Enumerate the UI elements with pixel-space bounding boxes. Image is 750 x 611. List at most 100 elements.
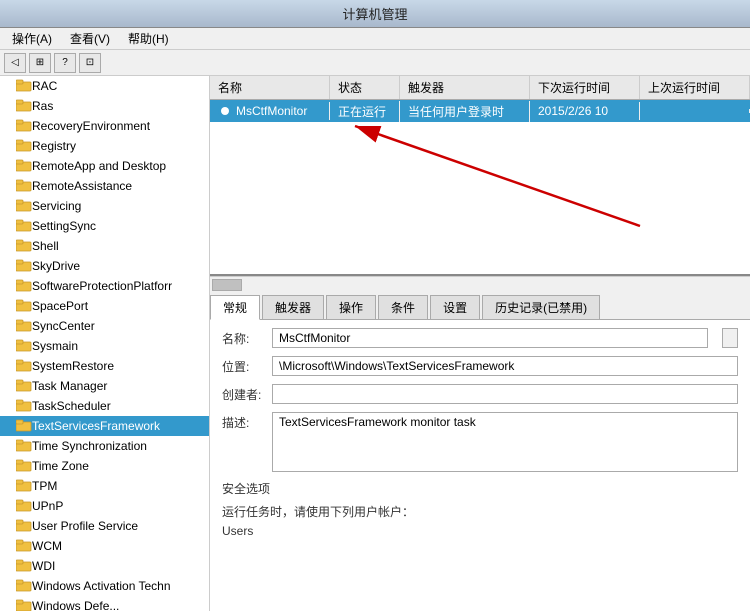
folder-icon [16,198,32,215]
location-row: 位置: \Microsoft\Windows\TextServicesFrame… [222,356,738,376]
folder-icon [16,598,32,611]
tab-action[interactable]: 操作 [326,295,376,319]
left-panel: RAC Ras RecoveryEnvironment Registry Rem… [0,76,210,611]
tab-settings[interactable]: 设置 [430,295,480,319]
folder-icon [16,358,32,375]
location-value[interactable]: \Microsoft\Windows\TextServicesFramework [272,356,738,376]
tree-item[interactable]: User Profile Service [0,516,209,536]
menu-view[interactable]: 查看(V) [62,28,118,49]
td-last [640,109,750,113]
tree-item-label: Time Synchronization [32,439,147,453]
tree-item-label: Task Manager [32,379,107,393]
grid-button[interactable]: ⊞ [29,53,51,73]
td-next: 2015/2/26 10 [530,102,640,120]
folder-icon [16,438,32,455]
security-label: 安全选项 [222,480,738,497]
creator-label: 创建者: [222,384,272,403]
run-as-label: 运行任务时，请使用下列用户帐户： [222,503,738,520]
tree-item-label: RemoteApp and Desktop [32,159,166,173]
users-label: Users [222,524,738,538]
tree-item[interactable]: Ras [0,96,209,116]
folder-icon [16,178,32,195]
tree-item[interactable]: WCM [0,536,209,556]
table-area: 名称 状态 触发器 下次运行时间 上次运行时间 MsCtfMonitor 正在运… [210,76,750,276]
tree-item[interactable]: SettingSync [0,216,209,236]
tree-item[interactable]: SystemRestore [0,356,209,376]
tree-item-label: WDI [32,559,55,573]
col-trigger[interactable]: 触发器 [400,76,530,99]
tabs: 常规 触发器 操作 条件 设置 历史记录(已禁用) [210,292,750,320]
folder-icon [16,98,32,115]
menu-help[interactable]: 帮助(H) [120,28,177,49]
tree-item-label: Servicing [32,199,81,213]
folder-icon [16,138,32,155]
tree-item[interactable]: RemoteApp and Desktop [0,156,209,176]
menu-action[interactable]: 操作(A) [4,28,60,49]
tree-item[interactable]: WDI [0,556,209,576]
tree-item[interactable]: TextServicesFramework [0,416,209,436]
tree-item[interactable]: Task Manager [0,376,209,396]
tree-item[interactable]: Registry [0,136,209,156]
detail-content: 名称: MsCtfMonitor 位置: \Microsoft\Windows\… [210,320,750,611]
tab-condition[interactable]: 条件 [378,295,428,319]
col-status[interactable]: 状态 [330,76,400,99]
tree-item-label: Time Zone [32,459,89,473]
tree-item-label: Windows Activation Techn [32,579,171,593]
col-next[interactable]: 下次运行时间 [530,76,640,99]
tree-item[interactable]: RemoteAssistance [0,176,209,196]
folder-icon [16,78,32,95]
tree-item[interactable]: Shell [0,236,209,256]
folder-icon [16,158,32,175]
creator-value[interactable] [272,384,738,404]
back-button[interactable]: ◁ [4,53,26,73]
folder-icon [16,378,32,395]
right-panel: 名称 状态 触发器 下次运行时间 上次运行时间 MsCtfMonitor 正在运… [210,76,750,611]
location-label: 位置: [222,356,272,375]
desc-value[interactable]: TextServicesFramework monitor task [272,412,738,472]
folder-icon [16,298,32,315]
tab-history[interactable]: 历史记录(已禁用) [482,295,600,319]
tree-item[interactable]: SyncCenter [0,316,209,336]
title-bar: 计算机管理 [0,0,750,28]
tree-item[interactable]: SpacePort [0,296,209,316]
tree-item[interactable]: RecoveryEnvironment [0,116,209,136]
name-value[interactable]: MsCtfMonitor [272,328,708,348]
tree-item-label: Windows Defe... [32,599,119,611]
tab-trigger[interactable]: 触发器 [262,295,324,319]
tree-item-label: TaskScheduler [32,399,111,413]
tree-item[interactable]: TaskScheduler [0,396,209,416]
h-scrollbar[interactable] [210,276,750,292]
folder-icon [16,238,32,255]
tree-item-label: RAC [32,79,57,93]
help-button[interactable]: ? [54,53,76,73]
folder-icon [16,498,32,515]
folder-icon [16,258,32,275]
tree-item[interactable]: Windows Activation Techn [0,576,209,596]
toolbar: ◁ ⊞ ? ⊡ [0,50,750,76]
creator-row: 创建者: [222,384,738,404]
tab-general[interactable]: 常规 [210,295,260,320]
view-button[interactable]: ⊡ [79,53,101,73]
tree-item[interactable]: Time Zone [0,456,209,476]
tree-item[interactable]: UPnP [0,496,209,516]
tree-item[interactable]: Sysmain [0,336,209,356]
tree-item-label: SoftwareProtectionPlatforr [32,279,172,293]
folder-icon [16,318,32,335]
tree-item-label: Ras [32,99,53,113]
table-row[interactable]: MsCtfMonitor 正在运行 当任何用户登录时 2015/2/26 10 [210,100,750,122]
folder-icon [16,398,32,415]
tree-item[interactable]: Time Synchronization [0,436,209,456]
col-last[interactable]: 上次运行时间 [640,76,750,99]
window-title: 计算机管理 [342,4,407,23]
col-name[interactable]: 名称 [210,76,330,99]
tree-item[interactable]: RAC [0,76,209,96]
tree-item[interactable]: TPM [0,476,209,496]
tree-item[interactable]: Windows Defe... [0,596,209,611]
tree-item[interactable]: SkyDrive [0,256,209,276]
tree-item-label: RemoteAssistance [32,179,132,193]
name-label: 名称: [222,328,272,347]
folder-icon [16,218,32,235]
folder-icon [16,458,32,475]
tree-item[interactable]: Servicing [0,196,209,216]
tree-item[interactable]: SoftwareProtectionPlatforr [0,276,209,296]
